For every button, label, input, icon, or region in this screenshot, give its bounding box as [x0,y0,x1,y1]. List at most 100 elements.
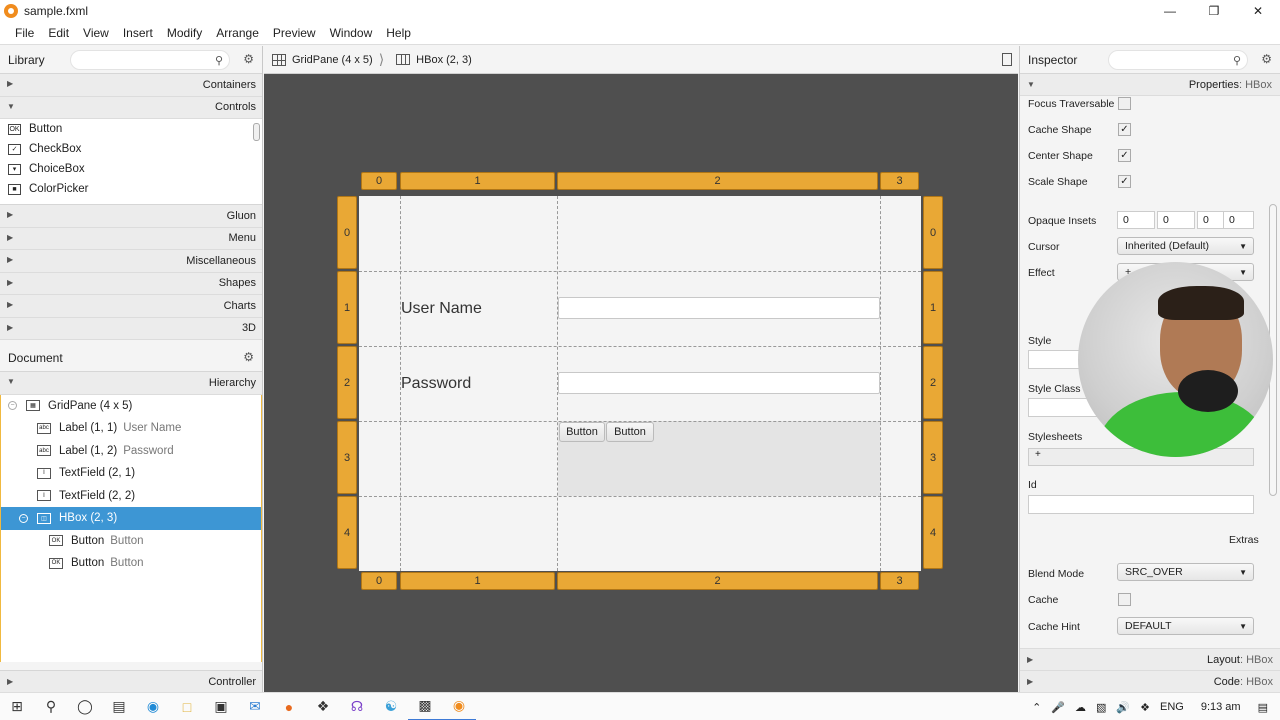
row-header-4-right[interactable]: 4 [923,496,943,569]
document-gear-icon[interactable]: ⚙ [243,350,254,364]
col-header-0-bottom[interactable]: 0 [361,572,397,590]
mail-icon[interactable]: ✉ [238,693,272,720]
hbox-button-2[interactable]: Button [606,422,654,442]
hbox-button-1[interactable]: Button [559,422,605,442]
intellij-icon[interactable]: ▩ [408,693,442,720]
cache-hint-dropdown[interactable]: DEFAULT ▼ [1117,617,1254,635]
menu-view[interactable]: View [76,26,116,40]
center-shape-checkbox[interactable]: ✓ [1118,149,1131,162]
row-header-3-left[interactable]: 3 [337,421,357,494]
restore-icon[interactable]: ❐ [1192,0,1236,22]
tree-node-gridpane[interactable]: − ▦ GridPane (4 x 5) [1,395,261,418]
collapse-icon[interactable]: − [19,513,28,523]
section-charts[interactable]: ▶ Charts [0,295,262,318]
row-header-1-left[interactable]: 1 [337,271,357,344]
dropbox-icon[interactable]: ❖ [1135,701,1155,714]
app-icon[interactable]: ❖ [306,693,340,720]
clock[interactable]: 9:13 am [1189,701,1253,713]
col-header-0-top[interactable]: 0 [361,172,397,190]
tree-node-textfield-2[interactable]: I TextField (2, 2) [1,485,261,508]
tree-node-hbox[interactable]: − ◫ HBox (2, 3) [1,507,261,530]
inspector-gear-icon[interactable]: ⚙ [1261,52,1272,66]
col-header-2-bottom[interactable]: 2 [557,572,878,590]
task-view-icon[interactable]: ▤ [102,693,136,720]
menu-preview[interactable]: Preview [266,26,323,40]
edge-icon[interactable]: ◉ [136,693,170,720]
section-shapes[interactable]: ▶ Shapes [0,272,262,295]
cloud-icon[interactable]: ☁ [1070,701,1091,714]
inset-top-input[interactable]: 0 [1117,211,1155,229]
file-explorer-icon[interactable]: □ [170,693,204,720]
col-header-1-bottom[interactable]: 1 [400,572,555,590]
col-header-3-bottom[interactable]: 3 [880,572,919,590]
tree-node-label-1[interactable]: abc Label (1, 1) User Name [1,417,261,440]
menu-edit[interactable]: Edit [41,26,76,40]
tree-node-button-2[interactable]: OK Button Button [1,552,261,575]
tree-node-textfield-1[interactable]: I TextField (2, 1) [1,462,261,485]
cortana-icon[interactable]: ◯ [68,693,102,720]
tree-node-label-2[interactable]: abc Label (1, 2) Password [1,440,261,463]
row-header-4-left[interactable]: 4 [337,496,357,569]
menu-insert[interactable]: Insert [116,26,160,40]
cursor-dropdown[interactable]: Inherited (Default) ▼ [1117,237,1254,255]
library-item-colorpicker[interactable]: ■ ColorPicker [0,179,262,199]
password-label[interactable]: Password [401,375,471,393]
menu-modify[interactable]: Modify [160,26,209,40]
cache-shape-checkbox[interactable]: ✓ [1118,123,1131,136]
library-gear-icon[interactable]: ⚙ [243,52,254,66]
docker-icon[interactable]: ☯ [374,693,408,720]
library-search-input[interactable]: ⚲ [70,50,230,70]
tray-chevron-icon[interactable]: ⌃ [1027,701,1046,714]
section-controls[interactable]: ▼ Controls [0,96,262,119]
id-input[interactable] [1028,495,1254,514]
store-icon[interactable]: ▣ [204,693,238,720]
section-hierarchy[interactable]: ▼ Hierarchy [0,372,262,395]
section-3d[interactable]: ▶ 3D [0,317,262,340]
col-header-2-top[interactable]: 2 [557,172,878,190]
section-miscellaneous[interactable]: ▶ Miscellaneous [0,250,262,273]
document-icon[interactable] [1002,53,1012,66]
library-item-button[interactable]: OK Button [0,119,262,139]
row-header-3-right[interactable]: 3 [923,421,943,494]
section-containers[interactable]: ▶ Containers [0,74,262,97]
section-code[interactable]: ▶ Code : HBox [1020,670,1280,692]
network-icon[interactable]: ▧ [1091,701,1111,714]
row-header-2-right[interactable]: 2 [923,346,943,419]
volume-icon[interactable]: 🔊 [1111,701,1135,714]
language-indicator[interactable]: ENG [1155,701,1189,713]
firefox-icon[interactable]: ● [272,693,306,720]
inset-right-input[interactable]: 0 [1157,211,1195,229]
row-header-2-left[interactable]: 2 [337,346,357,419]
library-scrollbar[interactable] [253,123,260,141]
tree-node-button-1[interactable]: OK Button Button [1,530,261,553]
headphones-icon[interactable]: ☊ [340,693,374,720]
notifications-icon[interactable]: ▤ [1253,701,1280,714]
row-header-0-left[interactable]: 0 [337,196,357,269]
inset-left-input[interactable]: 0 [1223,211,1254,229]
menu-window[interactable]: Window [323,26,380,40]
inspector-search-input[interactable]: ⚲ [1108,50,1248,70]
windows-start-icon[interactable]: ⊞ [0,693,34,720]
gridpane-canvas[interactable]: 0 1 2 3 0 1 2 3 0 1 2 3 4 0 1 2 3 4 User… [337,172,943,590]
microphone-icon[interactable]: 🎤 [1046,701,1070,714]
cache-checkbox[interactable] [1118,593,1131,606]
row-header-0-right[interactable]: 0 [923,196,943,269]
minimize-icon[interactable]: — [1148,0,1192,22]
library-item-choicebox[interactable]: ▾ ChoiceBox [0,159,262,179]
search-icon[interactable]: ⚲ [34,693,68,720]
blend-mode-dropdown[interactable]: SRC_OVER ▼ [1117,563,1254,581]
col-header-3-top[interactable]: 3 [880,172,919,190]
scale-shape-checkbox[interactable]: ✓ [1118,175,1131,188]
menu-arrange[interactable]: Arrange [209,26,266,40]
close-icon[interactable]: ✕ [1236,0,1280,22]
user-name-label[interactable]: User Name [401,300,482,318]
menu-help[interactable]: Help [379,26,418,40]
row-header-1-right[interactable]: 1 [923,271,943,344]
section-gluon[interactable]: ▶ Gluon [0,205,262,228]
section-controller[interactable]: ▶ Controller [0,670,262,692]
section-properties[interactable]: ▼ Properties : HBox [1020,74,1280,96]
collapse-icon[interactable]: − [8,401,17,411]
section-layout[interactable]: ▶ Layout : HBox [1020,648,1280,670]
scene-builder-icon[interactable]: ◉ [442,693,476,720]
password-textfield[interactable] [558,372,880,394]
